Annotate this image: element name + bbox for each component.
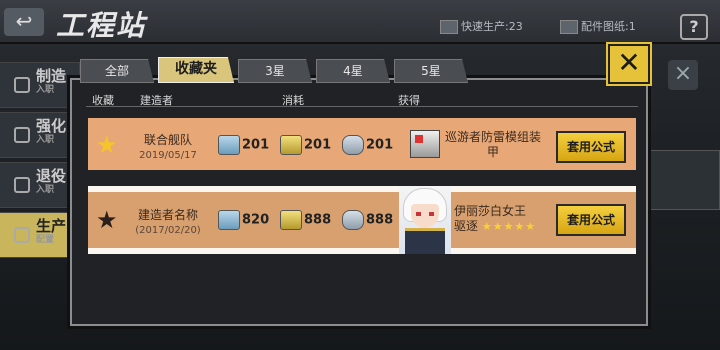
row-stripe xyxy=(88,248,636,254)
tab-5star[interactable]: 5星 xyxy=(394,59,468,83)
ship-name: 伊丽莎白女王 xyxy=(454,204,527,218)
game-screen: ↩ 工程站 快速生产:23 配件图纸:1 ? 制造 入职 强化 入职 退役 入职 生产… xyxy=(0,0,720,350)
enhance-icon xyxy=(14,127,30,143)
recipe-row: ★ 建造者名称 (2017/02/20) 820 888 888 伊丽莎白女王 驱逐… xyxy=(88,186,636,254)
portrait-eye xyxy=(429,212,434,216)
side-item-enhance[interactable]: 强化 入职 xyxy=(0,112,80,158)
rarity-stars: ★★★★★ xyxy=(481,220,537,233)
cost-value: 201 xyxy=(304,137,332,153)
background-panel xyxy=(640,150,720,210)
fuel-icon xyxy=(218,210,240,230)
equipment-icon xyxy=(410,130,440,158)
recipe-row: ★ 联合舰队 2019/05/17 201 201 201 巡游者防雷模组装甲 套… xyxy=(88,118,636,170)
cost-item: 201 xyxy=(280,135,331,155)
build-icon xyxy=(14,77,30,93)
cost-value: 201 xyxy=(242,137,270,153)
tab-3star[interactable]: 3星 xyxy=(238,59,312,83)
ammo-icon xyxy=(280,210,302,230)
portrait-face xyxy=(411,204,439,228)
close-icon[interactable]: ✕ xyxy=(608,44,650,84)
cost-item: 201 xyxy=(342,135,393,155)
side-item-retire[interactable]: 退役 入职 xyxy=(0,162,80,208)
blueprint-label: 配件图纸:1 xyxy=(581,20,636,33)
cost-value: 820 xyxy=(242,212,270,228)
cost-value: 201 xyxy=(366,137,394,153)
cost-item: 201 xyxy=(218,135,269,155)
tab-favorites[interactable]: 收藏夹 xyxy=(158,57,234,83)
favorite-star-icon[interactable]: ★ xyxy=(96,208,118,232)
fuel-icon xyxy=(218,135,240,155)
tab-all[interactable]: 全部 xyxy=(80,59,154,83)
help-button[interactable]: ? xyxy=(680,14,708,40)
cost-value: 888 xyxy=(304,212,332,228)
side-item-produce[interactable]: 生产 配置 xyxy=(0,212,80,258)
blueprint-icon xyxy=(560,20,578,34)
header-divider xyxy=(86,106,638,107)
result-name: 巡游者防雷模组装甲 xyxy=(444,130,541,159)
cost-item: 888 xyxy=(342,210,393,230)
fast-build-icon xyxy=(440,20,458,34)
build-date: 2019/05/17 xyxy=(139,150,197,161)
recycle-icon xyxy=(14,177,30,193)
side-item-build[interactable]: 制造 入职 xyxy=(0,62,80,108)
builder-cell: 建造者名称 (2017/02/20) xyxy=(118,206,218,236)
cost-value: 888 xyxy=(366,212,394,228)
apply-formula-button[interactable]: 套用公式 xyxy=(556,131,626,163)
tab-4star[interactable]: 4星 xyxy=(316,59,390,83)
blueprint-counter: 配件图纸:1 xyxy=(560,18,636,34)
build-date: (2017/02/20) xyxy=(135,225,201,236)
ship-type: 驱逐 xyxy=(454,219,479,233)
page-title: 工程站 xyxy=(56,9,147,42)
background-close-icon[interactable]: × xyxy=(668,60,698,90)
steel-icon xyxy=(342,210,364,230)
portrait-eye xyxy=(416,212,421,216)
cost-item: 888 xyxy=(280,210,331,230)
portrait-body xyxy=(405,228,445,254)
ammo-icon xyxy=(280,135,302,155)
result-cell: 伊丽莎白女王 驱逐 ★★★★★ xyxy=(454,204,554,234)
cost-item: 820 xyxy=(218,210,269,230)
row-stripe xyxy=(88,186,636,192)
fast-build-counter: 快速生产:23 xyxy=(440,18,523,34)
gear-icon xyxy=(14,227,30,243)
fast-build-label: 快速生产:23 xyxy=(461,20,523,33)
builder-cell: 联合舰队 2019/05/17 xyxy=(118,131,218,161)
back-arrow-icon[interactable]: ↩ xyxy=(4,8,44,36)
builder-name: 联合舰队 xyxy=(143,133,192,147)
steel-icon xyxy=(342,135,364,155)
builder-name: 建造者名称 xyxy=(137,208,198,222)
character-portrait xyxy=(399,186,451,254)
favorite-star-icon[interactable]: ★ xyxy=(96,133,118,157)
apply-formula-button[interactable]: 套用公式 xyxy=(556,204,626,236)
